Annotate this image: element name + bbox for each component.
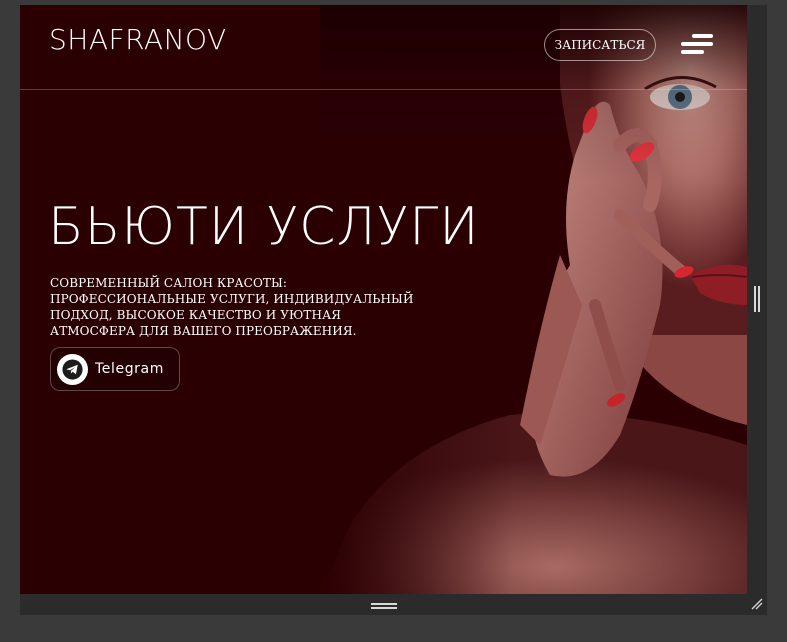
book-appointment-button[interactable]: ЗАПИСАТЬСЯ [544,29,656,61]
landing-page: SHAFRANOV ЗАПИСАТЬСЯ БЬЮТИ УСЛУГИ СОВРЕМ… [20,5,747,594]
telegram-button-label: Telegram [95,361,164,377]
telegram-icon [57,353,88,385]
hero-title: БЬЮТИ УСЛУГИ [48,197,480,257]
logo[interactable]: SHAFRANOV [49,26,227,54]
header-divider [20,89,747,90]
horizontal-resize-handle[interactable] [371,603,397,609]
hero-description: СОВРЕМЕННЫЙ САЛОН КРАСОТЫ: ПРОФЕССИОНАЛЬ… [50,276,414,338]
resize-corner-icon[interactable] [751,598,763,610]
telegram-button[interactable]: Telegram [50,347,180,391]
vertical-resize-handle[interactable] [754,286,760,312]
hamburger-menu-icon[interactable] [680,31,714,57]
